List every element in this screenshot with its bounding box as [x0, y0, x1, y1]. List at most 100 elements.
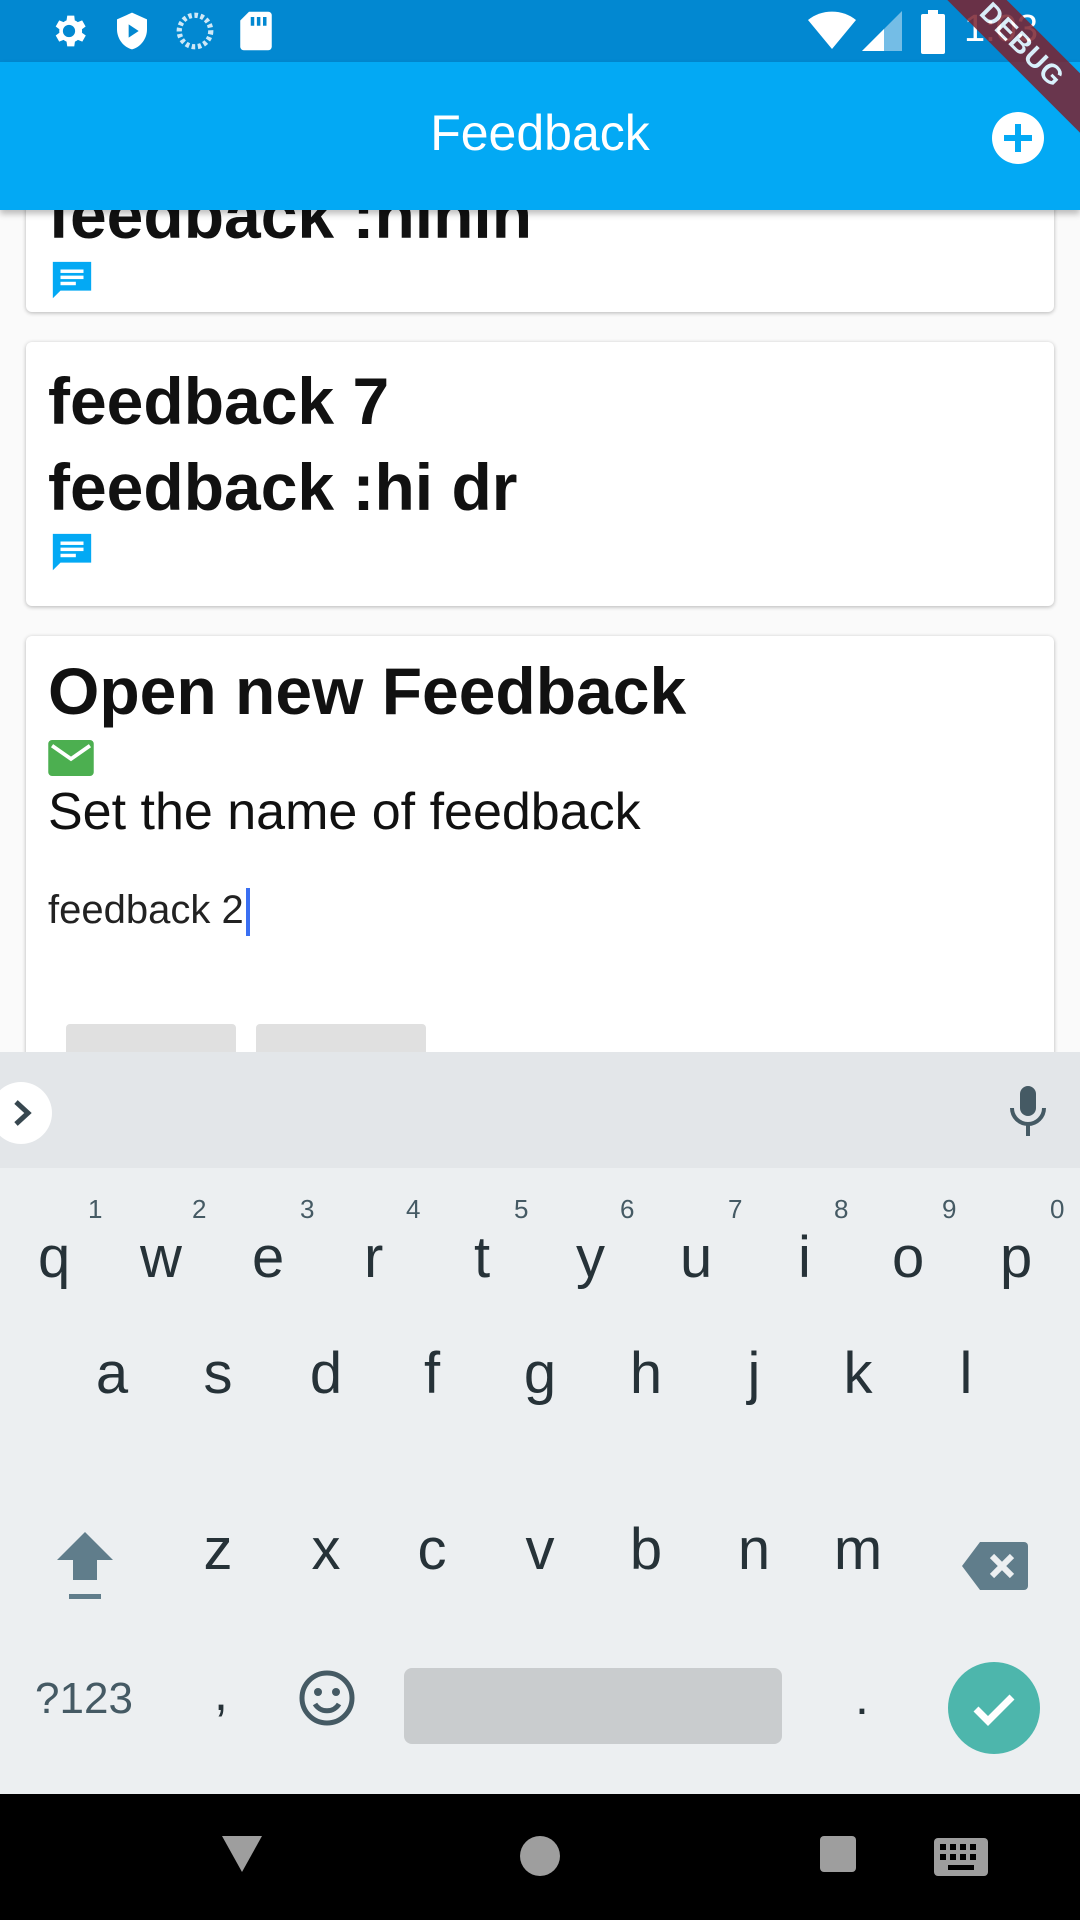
back-icon[interactable] [222, 1836, 262, 1872]
key-label: m [833, 1517, 883, 1582]
feedback-name-input[interactable]: feedback 2 [48, 888, 250, 937]
dialog-button-1[interactable] [66, 1024, 236, 1052]
key-label: g [523, 1341, 557, 1406]
key-n[interactable]: n [708, 1516, 800, 1616]
key-s[interactable]: s [172, 1340, 264, 1440]
key-m[interactable]: m [812, 1516, 904, 1616]
home-icon[interactable] [520, 1836, 560, 1876]
text-caret [245, 888, 250, 937]
enter-key[interactable] [948, 1662, 1040, 1754]
emoji-key[interactable] [292, 1668, 362, 1738]
backspace-key[interactable] [960, 1528, 1030, 1608]
key-label: p [1000, 1225, 1033, 1290]
chat-icon [52, 533, 92, 571]
key-label: z [203, 1517, 233, 1582]
key-w[interactable]: w2 [122, 1194, 208, 1304]
key-e[interactable]: e3 [230, 1194, 316, 1304]
key-label: s [203, 1341, 233, 1406]
key-label: h [629, 1341, 663, 1406]
key-label: x [311, 1517, 341, 1582]
key-label: e [252, 1225, 285, 1290]
space-key[interactable] [404, 1668, 782, 1744]
chat-icon [52, 261, 92, 299]
shift-icon [57, 1532, 113, 1599]
key-d[interactable]: d [280, 1340, 372, 1440]
key-label: j [747, 1341, 761, 1406]
comma-key[interactable]: , [196, 1664, 246, 1744]
symbols-label: ?123 [35, 1674, 133, 1723]
key-f[interactable]: f [386, 1340, 478, 1440]
key-label: l [959, 1341, 973, 1406]
key-hint: 0 [1050, 1194, 1065, 1224]
signal-icon [862, 11, 902, 51]
key-hint: 3 [300, 1194, 315, 1224]
key-q[interactable]: q1 [16, 1194, 102, 1304]
key-o[interactable]: o9 [872, 1194, 958, 1304]
emoji-icon [299, 1670, 355, 1726]
key-t[interactable]: t5 [444, 1194, 530, 1304]
keyboard-switch-icon[interactable] [934, 1838, 988, 1876]
key-r[interactable]: r4 [336, 1194, 422, 1304]
keyboard-suggestion-strip [0, 1052, 1080, 1168]
key-label: f [423, 1341, 441, 1406]
key-y[interactable]: y6 [550, 1194, 636, 1304]
key-label: w [140, 1225, 182, 1290]
key-label: q [38, 1225, 71, 1290]
feedback-card[interactable]: feedback :hihih [26, 210, 1054, 312]
dialog-button-2[interactable] [256, 1024, 426, 1052]
key-h[interactable]: h [600, 1340, 692, 1440]
key-g[interactable]: g [494, 1340, 586, 1440]
period-key[interactable]: . [840, 1668, 884, 1748]
key-label: u [680, 1225, 713, 1290]
feedback-text: feedback :hihih [48, 210, 533, 252]
battery-icon [921, 10, 945, 54]
symbols-key[interactable]: ?123 [24, 1674, 144, 1740]
keyboard-expand-button[interactable] [0, 1082, 52, 1144]
key-x[interactable]: x [280, 1516, 372, 1616]
key-label: i [798, 1225, 811, 1290]
key-c[interactable]: c [386, 1516, 478, 1616]
key-label: a [95, 1341, 129, 1406]
dialog-prompt: Set the name of feedback [48, 783, 641, 841]
mail-icon [48, 740, 94, 776]
check-icon [973, 1694, 1015, 1726]
key-label: y [576, 1225, 605, 1290]
feedback-list[interactable]: feedback :hihih feedback 7 feedback :hi … [0, 210, 1080, 1052]
chevron-right-icon [14, 1100, 32, 1126]
sd-card-icon [240, 11, 272, 51]
microphone-icon[interactable] [1008, 1086, 1048, 1138]
key-label: n [737, 1517, 771, 1582]
key-v[interactable]: v [494, 1516, 586, 1616]
key-hint: 1 [88, 1194, 103, 1224]
key-j[interactable]: j [708, 1340, 800, 1440]
key-hint: 9 [942, 1194, 957, 1224]
new-feedback-dialog: Open new Feedback Set the name of feedba… [26, 636, 1054, 1052]
recents-icon[interactable] [820, 1836, 856, 1872]
key-hint: 2 [192, 1194, 207, 1224]
key-l[interactable]: l [920, 1340, 1012, 1440]
add-feedback-button[interactable] [992, 112, 1044, 164]
key-k[interactable]: k [812, 1340, 904, 1440]
key-b[interactable]: b [600, 1516, 692, 1616]
key-label: c [417, 1517, 447, 1582]
key-label: b [629, 1517, 663, 1582]
key-label: v [525, 1517, 555, 1582]
dialog-title: Open new Feedback [48, 654, 687, 728]
period-label: . [855, 1669, 869, 1725]
navigation-bar [0, 1794, 1080, 1920]
status-bar: 1:03 [0, 0, 1080, 62]
key-u[interactable]: u7 [658, 1194, 744, 1304]
keyboard: q1 w2 e3 r4 t5 y6 u7 i8 o9 p0 a s d f g … [0, 1168, 1080, 1794]
key-label: d [309, 1341, 343, 1406]
wifi-icon [808, 11, 856, 50]
shift-key[interactable] [50, 1528, 120, 1608]
feedback-card[interactable]: feedback 7 feedback :hi dr [26, 342, 1054, 606]
comma-label: , [214, 1665, 228, 1721]
app-bar: Feedback [0, 62, 1080, 210]
key-hint: 8 [834, 1194, 849, 1224]
key-i[interactable]: i8 [764, 1194, 850, 1304]
sync-icon [176, 12, 214, 50]
key-a[interactable]: a [66, 1340, 158, 1440]
key-z[interactable]: z [172, 1516, 264, 1616]
key-p[interactable]: p0 [980, 1194, 1066, 1304]
